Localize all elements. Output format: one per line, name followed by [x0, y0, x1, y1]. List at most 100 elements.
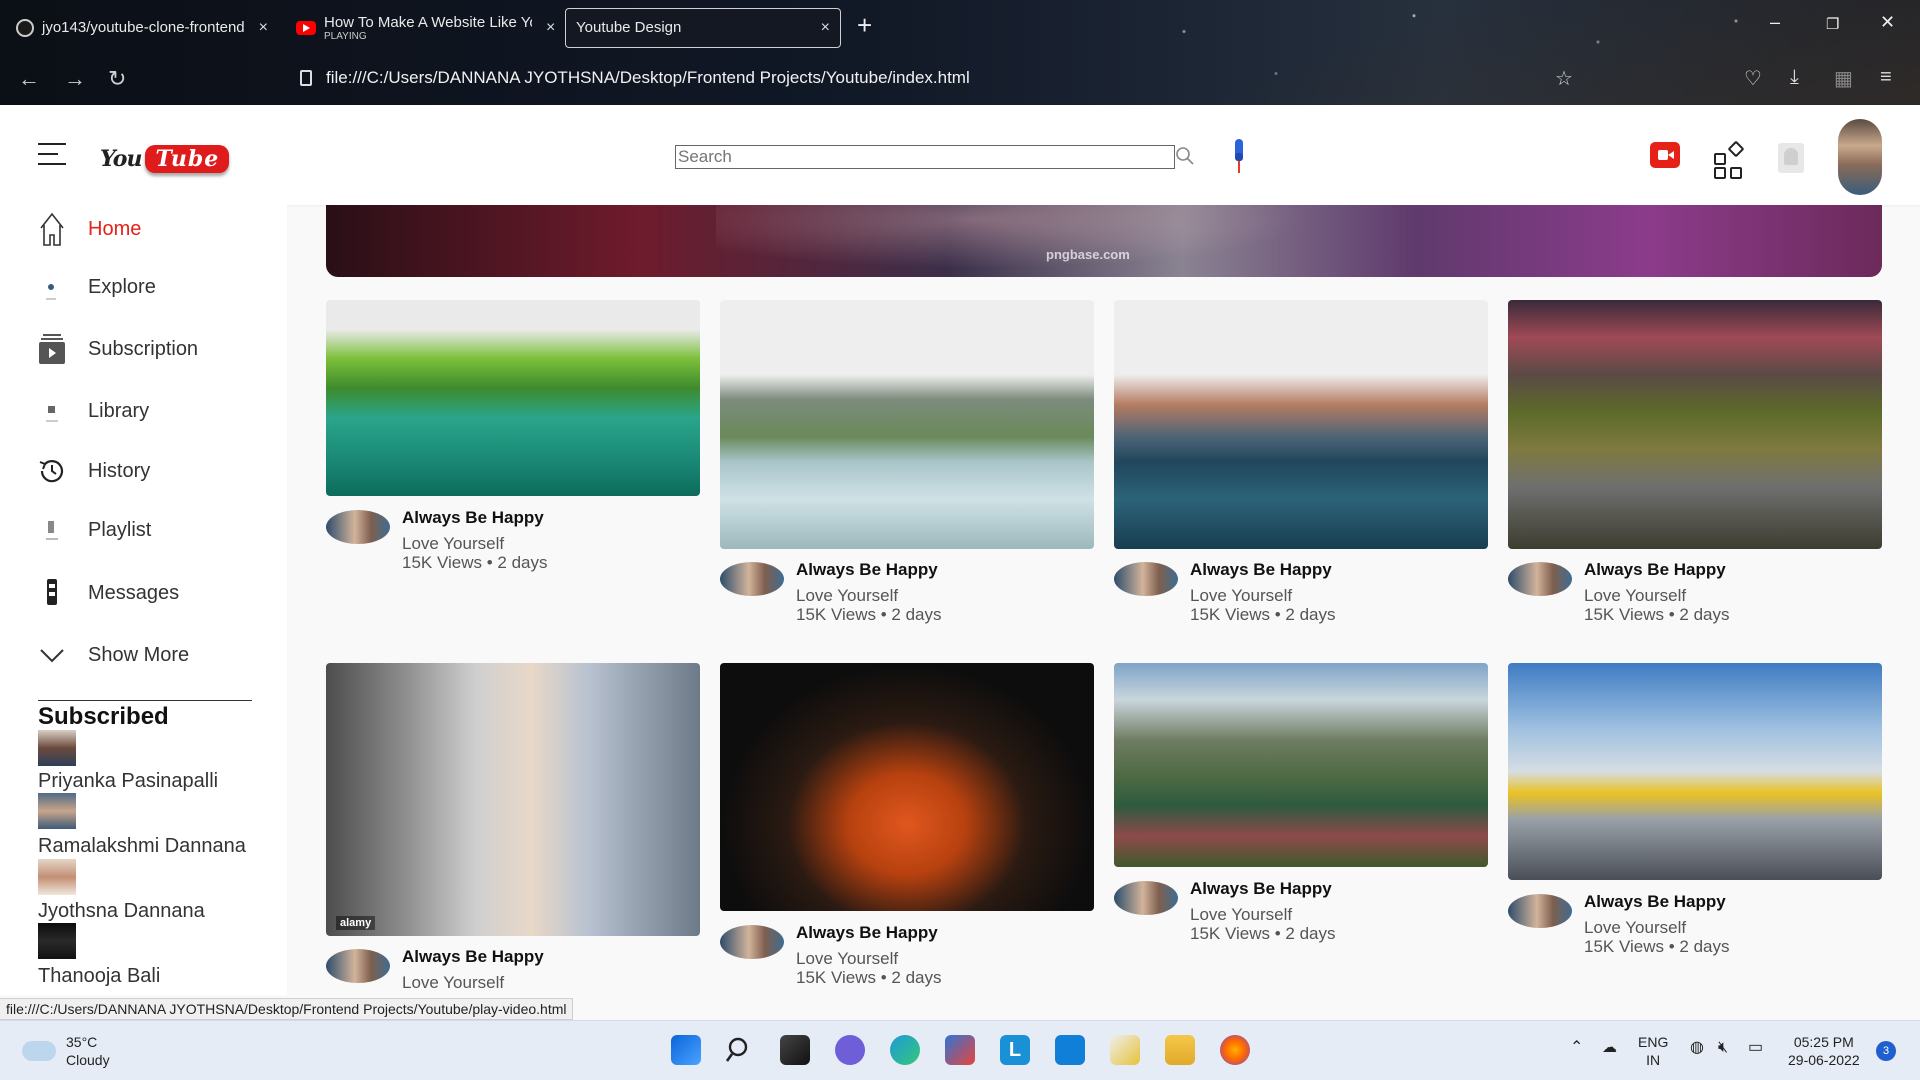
sidebar-item-subscription[interactable]: Subscription: [36, 329, 276, 369]
sidebar-item-explore[interactable]: Explore: [36, 267, 276, 307]
subscription-avatar[interactable]: [38, 793, 76, 829]
volume-muted-icon[interactable]: 🔇︎: [1718, 1039, 1728, 1057]
sidebar-item-home[interactable]: Home: [36, 209, 276, 249]
video-title[interactable]: Always Be Happy: [796, 923, 938, 943]
windows-taskbar: 35°C Cloudy L ⌃ ☁ ENG IN ◍ 🔇︎ ▭ 05:25 PM…: [0, 1020, 1920, 1080]
search-input[interactable]: [675, 145, 1175, 169]
search-icon[interactable]: [1175, 145, 1195, 167]
channel-avatar[interactable]: [1114, 881, 1178, 915]
sidebar-item-history[interactable]: History: [36, 451, 276, 491]
video-channel[interactable]: Love Yourself: [796, 949, 898, 969]
subscription-avatar[interactable]: [38, 859, 76, 895]
address-bar[interactable]: file:///C:/Users/DANNANA JYOTHSNA/Deskto…: [300, 68, 970, 88]
python-file-icon[interactable]: [1110, 1035, 1140, 1065]
task-view-icon[interactable]: [780, 1035, 810, 1065]
channel-avatar[interactable]: [1508, 562, 1572, 596]
channel-avatar[interactable]: [720, 925, 784, 959]
video-thumbnail[interactable]: [1114, 663, 1488, 867]
sidebar-item-show-more[interactable]: Show More: [36, 635, 276, 675]
sidebar-item-label: Messages: [88, 581, 180, 604]
microsoft-store-icon[interactable]: [945, 1035, 975, 1065]
battery-icon[interactable]: ▭: [1748, 1039, 1763, 1057]
video-thumbnail[interactable]: [326, 300, 700, 496]
video-title[interactable]: Always Be Happy: [1584, 892, 1726, 912]
sidebar-item-playlist[interactable]: Playlist: [36, 510, 276, 550]
notification-bell-icon[interactable]: [1778, 143, 1804, 173]
video-thumbnail[interactable]: [1508, 663, 1882, 880]
pocket-icon[interactable]: ♡: [1744, 66, 1762, 91]
firefox-icon[interactable]: [1220, 1035, 1250, 1065]
restore-icon[interactable]: ❐: [1826, 15, 1839, 33]
channel-avatar[interactable]: [326, 510, 390, 544]
tab-github[interactable]: jyo143/youtube-clone-frontend ×: [6, 8, 278, 48]
apps-grid-icon[interactable]: [1712, 139, 1745, 179]
file-explorer-icon[interactable]: [1165, 1035, 1195, 1065]
video-thumbnail[interactable]: [1508, 300, 1882, 549]
chevron-up-icon[interactable]: ⌃: [1570, 1039, 1583, 1057]
tab-youtube-design[interactable]: Youtube Design ×: [565, 8, 841, 48]
new-tab-button[interactable]: +: [857, 10, 872, 41]
weather-widget[interactable]: 35°C Cloudy: [22, 1033, 110, 1069]
downloads-icon[interactable]: ⤓: [1790, 66, 1799, 89]
subscription-name[interactable]: Ramalakshmi Dannana: [38, 835, 246, 858]
reload-button[interactable]: ↻: [108, 66, 126, 92]
hamburger-menu-icon[interactable]: [38, 143, 66, 173]
notification-count-badge[interactable]: 3: [1876, 1041, 1896, 1061]
youtube-logo[interactable]: You Tube: [100, 145, 230, 173]
video-title[interactable]: Always Be Happy: [402, 947, 544, 967]
close-icon[interactable]: ×: [259, 19, 268, 37]
video-title[interactable]: Always Be Happy: [1584, 560, 1726, 580]
bookmark-star-icon[interactable]: ☆: [1555, 66, 1573, 91]
clock[interactable]: 05:25 PM 29-06-2022: [1788, 1033, 1860, 1069]
video-thumbnail[interactable]: alamy: [326, 663, 700, 936]
close-window-icon[interactable]: ✕: [1880, 12, 1895, 33]
video-thumbnail[interactable]: [720, 300, 1094, 549]
create-video-icon[interactable]: [1650, 142, 1680, 168]
language-indicator[interactable]: ENG IN: [1638, 1033, 1668, 1069]
video-thumbnail[interactable]: [720, 663, 1094, 911]
video-channel[interactable]: Love Yourself: [1190, 586, 1292, 606]
promo-banner[interactable]: pngbase.com: [326, 205, 1882, 277]
onedrive-cloud-icon[interactable]: ☁: [1602, 1039, 1617, 1057]
menu-icon[interactable]: ≡: [1880, 66, 1892, 89]
forward-button[interactable]: →: [64, 66, 86, 92]
video-channel[interactable]: Love Yourself: [402, 973, 504, 993]
search-icon[interactable]: [725, 1035, 755, 1065]
tab-title: How To Make A Website Like Yo: [324, 14, 532, 31]
network-globe-icon[interactable]: ◍: [1690, 1039, 1704, 1057]
back-button[interactable]: ←: [18, 66, 40, 92]
app-l-icon[interactable]: L: [1000, 1035, 1030, 1065]
subscription-avatar[interactable]: [38, 923, 76, 959]
subscription-name[interactable]: Priyanka Pasinapalli: [38, 770, 218, 793]
channel-avatar[interactable]: [1114, 562, 1178, 596]
video-channel[interactable]: Love Yourself: [1584, 586, 1686, 606]
subscription-name[interactable]: Jyothsna Dannana: [38, 900, 205, 923]
video-title[interactable]: Always Be Happy: [402, 508, 544, 528]
subscription-avatar[interactable]: [38, 730, 76, 766]
user-avatar[interactable]: [1838, 119, 1882, 195]
windows-start-icon[interactable]: [671, 1035, 701, 1065]
subscription-name[interactable]: Thanooja Bali: [38, 965, 160, 988]
channel-avatar[interactable]: [326, 949, 390, 983]
mic-icon[interactable]: [1232, 137, 1246, 177]
extensions-icon[interactable]: ▦: [1834, 66, 1853, 91]
video-title[interactable]: Always Be Happy: [796, 560, 938, 580]
video-channel[interactable]: Love Yourself: [1584, 918, 1686, 938]
video-channel[interactable]: Love Yourself: [402, 534, 504, 554]
minimize-icon[interactable]: –: [1770, 12, 1780, 33]
tab-youtube-video[interactable]: How To Make A Website Like Yo PLAYING ×: [286, 8, 565, 48]
channel-avatar[interactable]: [720, 562, 784, 596]
close-icon[interactable]: ×: [821, 19, 830, 37]
close-icon[interactable]: ×: [546, 19, 555, 37]
sidebar-item-messages[interactable]: Messages: [36, 573, 276, 613]
video-thumbnail[interactable]: [1114, 300, 1488, 549]
video-title[interactable]: Always Be Happy: [1190, 879, 1332, 899]
video-channel[interactable]: Love Yourself: [1190, 905, 1292, 925]
video-title[interactable]: Always Be Happy: [1190, 560, 1332, 580]
outlook-icon[interactable]: [1055, 1035, 1085, 1065]
teams-chat-icon[interactable]: [835, 1035, 865, 1065]
sidebar-item-library[interactable]: Library: [36, 391, 276, 431]
edge-icon[interactable]: [890, 1035, 920, 1065]
video-channel[interactable]: Love Yourself: [796, 586, 898, 606]
channel-avatar[interactable]: [1508, 894, 1572, 928]
